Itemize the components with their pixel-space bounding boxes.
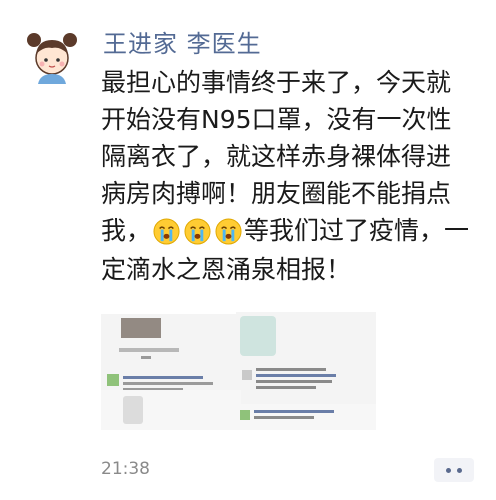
crying-face-icon	[184, 217, 211, 245]
chat-screenshot-image	[236, 312, 376, 416]
image-thumbnail-3[interactable]	[101, 390, 241, 430]
chat-screenshot-image	[236, 404, 376, 430]
image-thumbnail-2[interactable]	[236, 312, 376, 416]
avatar[interactable]	[22, 26, 82, 88]
post-timestamp: 21:38	[101, 459, 150, 479]
dot-icon	[446, 468, 451, 473]
emoji-row	[151, 214, 244, 251]
crying-face-icon	[153, 217, 180, 245]
author-name[interactable]: 王进家 李医生	[103, 24, 262, 59]
more-actions-button[interactable]	[434, 458, 474, 482]
image-thumbnail-4[interactable]	[236, 404, 376, 430]
post-text: 最担心的事情终于来了，今天就开始没有N95口罩，没有一次性隔离衣了，就这样赤身裸…	[101, 64, 473, 288]
dot-icon	[457, 468, 462, 473]
cartoon-avatar-icon	[22, 26, 82, 88]
chat-screenshot-image	[101, 390, 241, 430]
crying-face-icon	[215, 217, 242, 245]
